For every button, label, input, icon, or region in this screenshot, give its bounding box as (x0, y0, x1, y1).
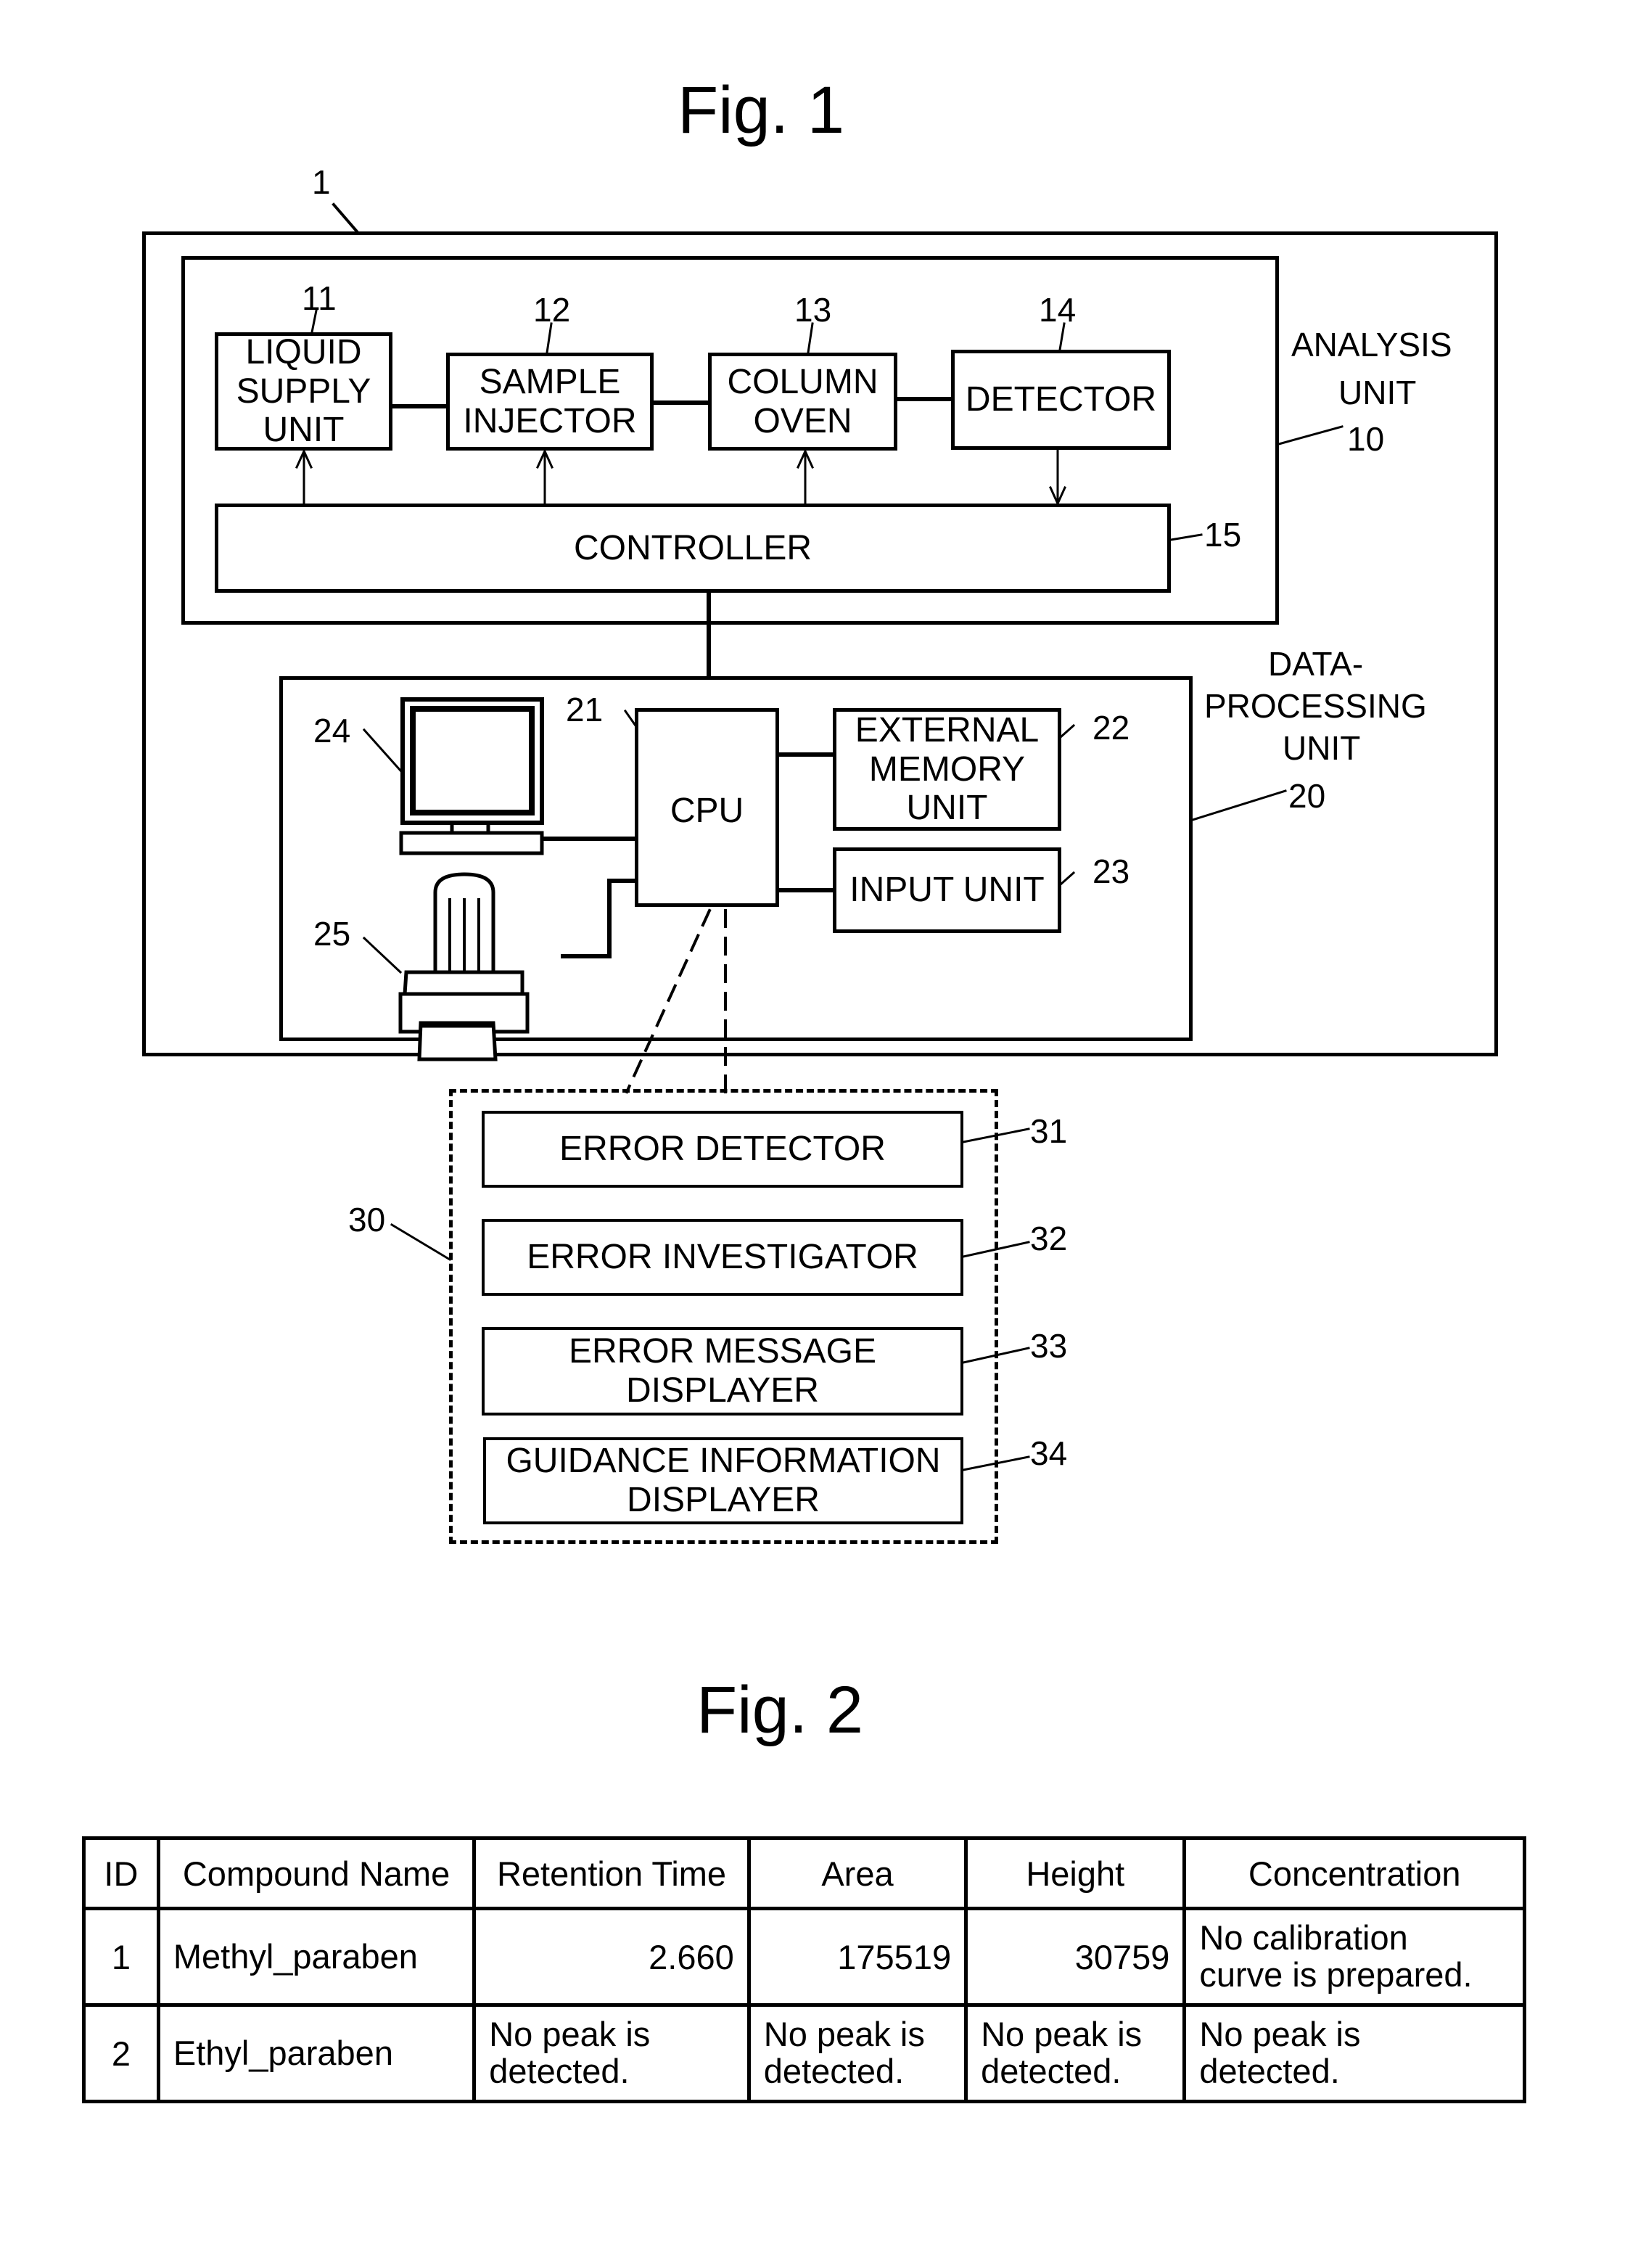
block-line: GUIDANCE INFORMATION (506, 1442, 941, 1481)
cell-retention-time: No peak is detected. (472, 2003, 751, 2103)
block-line: SAMPLE (479, 362, 621, 401)
error-detector-block: ERROR DETECTOR (482, 1111, 963, 1188)
ref-21: 21 (566, 691, 604, 728)
cell-line: curve is prepared. (1199, 1955, 1473, 1994)
fig2-title: Fig. 2 (696, 1673, 864, 1747)
block-line: DISPLAYER (626, 1371, 819, 1410)
liquid-supply-unit-block: LIQUID SUPPLY UNIT (215, 332, 392, 451)
block-line: ERROR DETECTOR (559, 1130, 886, 1169)
sample-injector-block: SAMPLE INJECTOR (446, 353, 654, 451)
block-line: COLUMN (727, 362, 878, 401)
cell-height: 30759 (964, 1907, 1187, 2007)
ref-11: 11 (302, 279, 337, 317)
cell-line: No peak is (489, 2015, 651, 2054)
cell-height: No peak is detected. (964, 2003, 1187, 2103)
external-memory-unit-block: EXTERNAL MEMORY UNIT (833, 708, 1061, 831)
ref-10: 10 (1347, 420, 1385, 458)
ref-12: 12 (533, 291, 571, 329)
table-row: 2 Ethyl_paraben No peak is detected. No … (82, 2003, 1526, 2103)
table-header-row: ID Compound Name Retention Time Area Hei… (82, 1836, 1526, 1910)
detector-block: DETECTOR (951, 350, 1171, 450)
table-row: 1 Methyl_paraben 2.660 175519 30759 No c… (82, 1907, 1526, 2007)
block-line: OVEN (753, 401, 852, 440)
leader-line-30 (390, 1223, 452, 1262)
ref-22: 22 (1092, 709, 1130, 747)
data-processing-label-2: PROCESSING (1204, 687, 1427, 725)
ref-25: 25 (313, 915, 351, 953)
ref-30: 30 (348, 1201, 386, 1238)
block-line: UNIT (263, 411, 345, 450)
cell-line: detected. (981, 2052, 1122, 2090)
cell-line: No peak is (1199, 2015, 1361, 2054)
ref-13: 13 (794, 291, 832, 329)
cell-line: detected. (763, 2052, 905, 2090)
block-line: DISPLAYER (627, 1481, 820, 1519)
cpu-label: CPU (670, 792, 744, 830)
input-unit-label: INPUT UNIT (849, 871, 1045, 910)
error-investigator-block: ERROR INVESTIGATOR (482, 1219, 963, 1296)
header-height: Height (964, 1836, 1187, 1910)
cell-concentration: No calibration curve is prepared. (1182, 1907, 1526, 2007)
ref-20: 20 (1288, 777, 1326, 815)
block-line: INJECTOR (463, 401, 637, 440)
block-line: DETECTOR (965, 380, 1157, 419)
ref-33: 33 (1030, 1327, 1068, 1365)
ref-32: 32 (1030, 1220, 1068, 1257)
analysis-unit-label-2: UNIT (1338, 374, 1417, 411)
block-line: SUPPLY (236, 371, 371, 411)
header-id: ID (82, 1836, 160, 1910)
cell-line: No calibration (1199, 1918, 1408, 1957)
header-compound-name: Compound Name (156, 1836, 477, 1910)
cpu-block: CPU (635, 708, 779, 907)
cell-line: No peak is (763, 2015, 925, 2054)
cell-line: No peak is (981, 2015, 1143, 2054)
ref-23: 23 (1092, 852, 1130, 890)
input-unit-block: INPUT UNIT (833, 847, 1061, 933)
cell-concentration: No peak is detected. (1182, 2003, 1526, 2103)
analysis-unit-label-1: ANALYSIS (1291, 326, 1452, 363)
cell-area: No peak is detected. (746, 2003, 968, 2103)
controller-label: CONTROLLER (573, 528, 812, 567)
block-line: ERROR INVESTIGATOR (527, 1238, 918, 1277)
ref-15: 15 (1204, 516, 1242, 554)
guidance-information-displayer-block: GUIDANCE INFORMATION DISPLAYER (483, 1437, 963, 1524)
block-line: EXTERNAL (855, 710, 1040, 749)
cell-line: detected. (489, 2052, 630, 2090)
header-area: Area (746, 1836, 968, 1910)
cell-line: detected. (1199, 2052, 1340, 2090)
controller-block: CONTROLLER (215, 504, 1171, 593)
cell-compound: Methyl_paraben (156, 1907, 477, 2007)
header-concentration: Concentration (1182, 1836, 1526, 1910)
block-line: LIQUID (245, 332, 362, 371)
block-line: ERROR MESSAGE (568, 1332, 877, 1371)
results-table: ID Compound Name Retention Time Area Hei… (82, 1836, 1526, 2103)
cell-retention-time: 2.660 (472, 1907, 751, 2007)
cell-id: 2 (82, 2003, 160, 2103)
ref-24: 24 (313, 712, 351, 749)
cell-id: 1 (82, 1907, 160, 2007)
error-message-displayer-block: ERROR MESSAGE DISPLAYER (482, 1327, 963, 1416)
block-line: UNIT (906, 789, 988, 828)
block-line: MEMORY (868, 749, 1026, 789)
column-oven-block: COLUMN OVEN (708, 353, 897, 451)
fig1-title: Fig. 1 (677, 73, 845, 147)
ref-31: 31 (1030, 1112, 1068, 1150)
ref-1: 1 (312, 163, 331, 201)
leader-line-1 (332, 202, 359, 234)
ref-34: 34 (1030, 1434, 1068, 1472)
data-processing-label-1: DATA- (1268, 645, 1364, 683)
cell-compound: Ethyl_paraben (156, 2003, 477, 2103)
ref-14: 14 (1039, 291, 1077, 329)
header-retention-time: Retention Time (472, 1836, 751, 1910)
cell-area: 175519 (746, 1907, 968, 2007)
data-processing-label-3: UNIT (1283, 729, 1361, 767)
